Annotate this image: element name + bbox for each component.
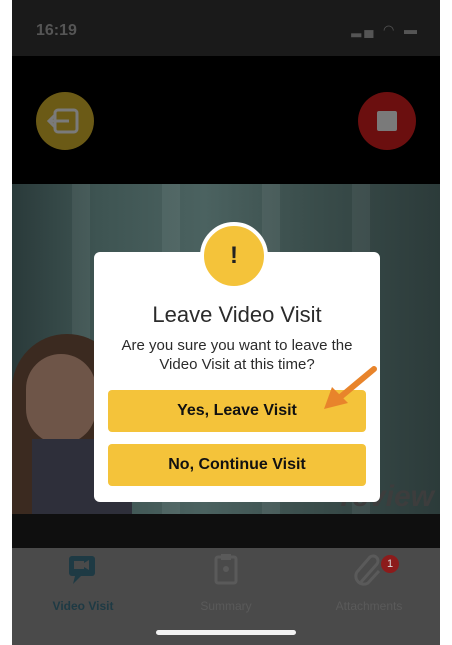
- tab-label: Summary: [200, 599, 252, 613]
- tab-label: Attachments: [335, 599, 403, 613]
- no-continue-visit-button[interactable]: No, Continue Visit: [108, 444, 366, 486]
- video-bottom-band: [12, 514, 440, 548]
- status-time: 16:19: [36, 22, 77, 39]
- orange-arrow-icon: [324, 366, 377, 409]
- tab-summary[interactable]: Summary: [155, 552, 297, 613]
- participant-face: [26, 354, 96, 444]
- video-chat-icon: [69, 556, 95, 584]
- exit-icon: [46, 108, 79, 134]
- clipboard-icon: [214, 554, 238, 585]
- dialog-title: Leave Video Visit: [152, 302, 322, 327]
- status-bar: 16:19 ▂▄ ◠ ▬: [12, 0, 440, 56]
- status-icons: ▂▄ ◠ ▬: [351, 22, 420, 37]
- exit-button[interactable]: [36, 92, 94, 150]
- attachments-badge: 1: [381, 555, 399, 573]
- warning-icon: !: [200, 222, 268, 290]
- phone-screen: 16:19 ▂▄ ◠ ▬ review Video Visit Summary …: [12, 0, 440, 645]
- tab-attachments[interactable]: 1 Attachments: [298, 552, 440, 613]
- tab-label: Video Visit: [52, 599, 114, 613]
- home-indicator[interactable]: [156, 630, 296, 635]
- stop-button[interactable]: [358, 92, 416, 150]
- video-controls-bar: [12, 56, 440, 184]
- tab-video-visit[interactable]: Video Visit: [12, 552, 154, 613]
